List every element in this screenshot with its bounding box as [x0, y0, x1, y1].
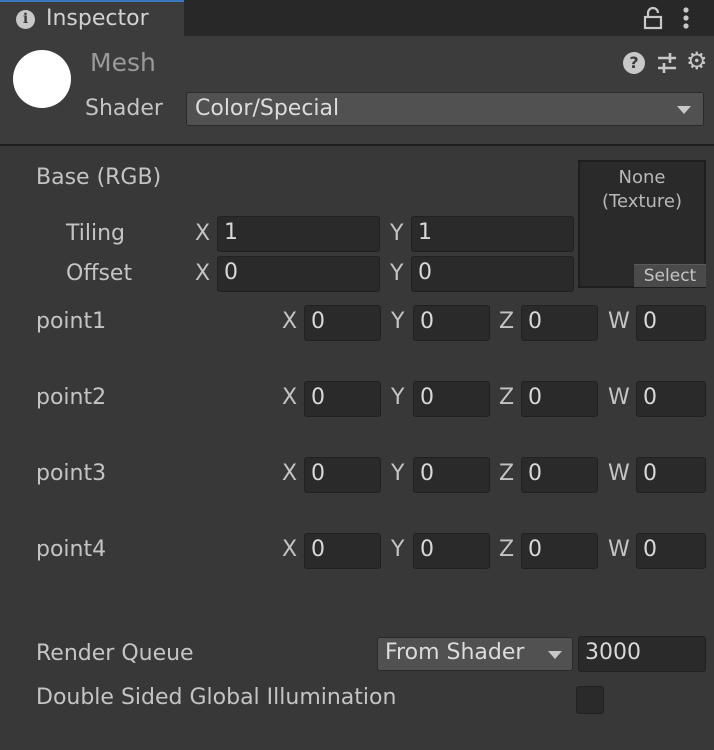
- material-preview: [13, 50, 71, 108]
- tiling-x-label: X: [195, 221, 211, 246]
- point1-x-field[interactable]: 0: [304, 305, 381, 341]
- inspector-header: Mesh ? ⚙ Shader Color/Special: [0, 36, 714, 146]
- shader-label: Shader: [85, 96, 163, 121]
- w-axis-label: W: [608, 461, 630, 486]
- object-title: Mesh: [90, 48, 156, 77]
- point2-x-field[interactable]: 0: [304, 381, 381, 417]
- point1-y-field[interactable]: 0: [413, 305, 490, 341]
- double-sided-gi-label: Double Sided Global Illumination: [36, 685, 397, 710]
- z-axis-label: Z: [499, 461, 515, 486]
- point4-w-field[interactable]: 0: [636, 533, 706, 569]
- point2-z-field[interactable]: 0: [521, 381, 598, 417]
- help-icon[interactable]: ?: [623, 52, 645, 74]
- kebab-menu-icon[interactable]: [680, 6, 692, 30]
- point3-x-field[interactable]: 0: [304, 457, 381, 493]
- point3-y-field[interactable]: 0: [413, 457, 490, 493]
- chevron-down-icon: [548, 651, 562, 659]
- point4-x-field[interactable]: 0: [304, 533, 381, 569]
- point-label: point4: [36, 537, 107, 562]
- tiling-y-label: Y: [390, 221, 404, 246]
- x-axis-label: X: [282, 309, 298, 334]
- point-label: point1: [36, 309, 107, 334]
- offset-y-field[interactable]: 0: [411, 256, 574, 292]
- w-axis-label: W: [608, 537, 630, 562]
- tiling-x-field[interactable]: 1: [217, 216, 380, 252]
- y-axis-label: Y: [391, 537, 405, 562]
- shader-value: Color/Special: [195, 96, 340, 121]
- point1-w-field[interactable]: 0: [636, 305, 706, 341]
- point3-w-field[interactable]: 0: [636, 457, 706, 493]
- double-sided-gi-checkbox[interactable]: [576, 686, 604, 714]
- tab-inspector[interactable]: i Inspector: [0, 0, 184, 36]
- point4-y-field[interactable]: 0: [413, 533, 490, 569]
- sliders-icon[interactable]: [655, 51, 679, 75]
- z-axis-label: Z: [499, 385, 515, 410]
- texture-slot[interactable]: None (Texture) Select: [578, 160, 706, 288]
- point1-z-field[interactable]: 0: [521, 305, 598, 341]
- shader-dropdown[interactable]: Color/Special: [186, 92, 704, 126]
- offset-x-label: X: [195, 261, 211, 286]
- point2-y-field[interactable]: 0: [413, 381, 490, 417]
- x-axis-label: X: [282, 461, 298, 486]
- info-icon: i: [16, 10, 35, 29]
- w-axis-label: W: [608, 309, 630, 334]
- texture-select-button[interactable]: Select: [634, 264, 706, 287]
- y-axis-label: Y: [391, 309, 405, 334]
- x-axis-label: X: [282, 537, 298, 562]
- render-queue-dropdown[interactable]: From Shader: [377, 637, 573, 671]
- base-rgb-label: Base (RGB): [36, 165, 162, 190]
- tiling-y-field[interactable]: 1: [411, 216, 574, 252]
- texture-none-text: None (Texture): [602, 167, 682, 212]
- z-axis-label: Z: [499, 537, 515, 562]
- offset-x-field[interactable]: 0: [217, 256, 380, 292]
- tiling-label: Tiling: [66, 221, 126, 246]
- y-axis-label: Y: [391, 461, 405, 486]
- x-axis-label: X: [282, 385, 298, 410]
- render-queue-value-field[interactable]: 3000: [578, 636, 706, 672]
- render-queue-mode: From Shader: [385, 640, 525, 665]
- chevron-down-icon: [677, 106, 691, 114]
- point3-z-field[interactable]: 0: [521, 457, 598, 493]
- tab-label: Inspector: [46, 6, 149, 31]
- point2-w-field[interactable]: 0: [636, 381, 706, 417]
- w-axis-label: W: [608, 385, 630, 410]
- offset-y-label: Y: [390, 261, 404, 286]
- tab-bar: i Inspector: [0, 0, 714, 36]
- gear-icon[interactable]: ⚙: [686, 49, 710, 73]
- lock-icon[interactable]: [643, 6, 663, 30]
- offset-label: Offset: [66, 261, 133, 286]
- z-axis-label: Z: [499, 309, 515, 334]
- render-queue-label: Render Queue: [36, 641, 194, 666]
- point-label: point2: [36, 385, 107, 410]
- y-axis-label: Y: [391, 385, 405, 410]
- point4-z-field[interactable]: 0: [521, 533, 598, 569]
- point-label: point3: [36, 461, 107, 486]
